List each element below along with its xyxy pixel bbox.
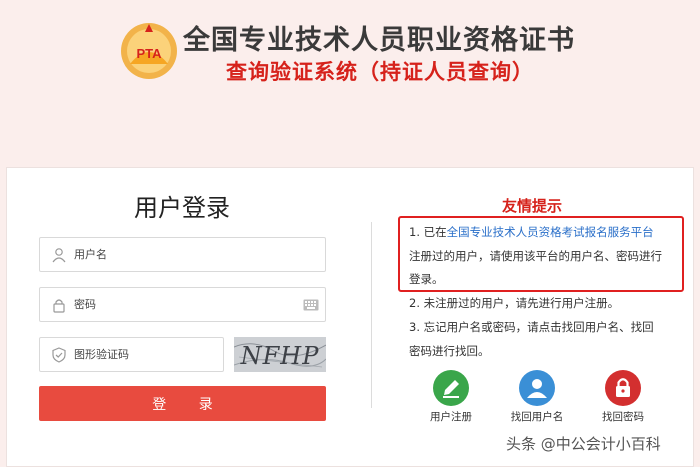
login-title: 用户登录 — [134, 194, 230, 222]
find-username-icon — [519, 370, 555, 406]
header-band — [0, 112, 700, 167]
login-button[interactable]: 登 录 — [39, 386, 326, 421]
password-input[interactable] — [74, 288, 302, 321]
svg-text:PTA: PTA — [136, 46, 162, 61]
user-icon — [52, 247, 66, 262]
register-icon — [433, 370, 469, 406]
tip-2: 2. 未注册过的用户，请先进行用户注册。 — [409, 296, 620, 310]
captcha-field[interactable] — [39, 337, 224, 372]
find-password-label: 找回密码 — [602, 411, 644, 423]
tip-1-line-1: 1. 已在全国专业技术人员资格考试报名服务平台 — [409, 220, 654, 244]
page-subtitle: 查询验证系统（持证人员查询） — [226, 60, 534, 84]
register-label: 用户注册 — [430, 411, 472, 423]
svg-text:NFHP: NFHP — [240, 342, 320, 370]
username-field[interactable] — [39, 237, 326, 272]
tips-title: 友情提示 — [502, 197, 563, 215]
keyboard-icon[interactable] — [303, 299, 319, 311]
lock-icon — [53, 298, 65, 313]
tip-1-line-3: 登录。 — [409, 272, 444, 286]
captcha-image[interactable]: NFHP — [234, 337, 326, 372]
find-password-icon — [605, 370, 641, 406]
column-divider — [371, 222, 372, 408]
tip-3-line-2: 密码进行找回。 — [409, 344, 490, 358]
find-username-action[interactable]: 找回用户名 — [497, 370, 577, 424]
registration-platform-link[interactable]: 全国专业技术人员资格考试报名服务平台 — [447, 225, 654, 239]
tip-3-line-1: 3. 忘记用户名或密码，请点击找回用户名、找回 — [409, 320, 654, 334]
page-title: 全国专业技术人员职业资格证书 — [183, 25, 575, 56]
username-input[interactable] — [74, 238, 302, 271]
find-username-label: 找回用户名 — [510, 411, 564, 423]
password-field[interactable] — [39, 287, 326, 322]
tip-1-prefix: 1. 已在 — [409, 225, 447, 239]
page-header: PTA 全国专业技术人员职业资格证书 查询验证系统（持证人员查询） — [0, 0, 700, 112]
captcha-noise: NFHP — [234, 337, 326, 372]
shield-icon — [52, 346, 66, 363]
tip-1-line-2: 注册过的用户，请使用该平台的用户名、密码进行 — [409, 249, 662, 263]
find-password-action[interactable]: 找回密码 — [583, 370, 663, 424]
register-action[interactable]: 用户注册 — [411, 370, 491, 424]
pta-logo: PTA — [121, 23, 177, 79]
captcha-input[interactable] — [74, 338, 221, 371]
watermark-text: 头条 @中公会计小百科 — [506, 435, 661, 453]
